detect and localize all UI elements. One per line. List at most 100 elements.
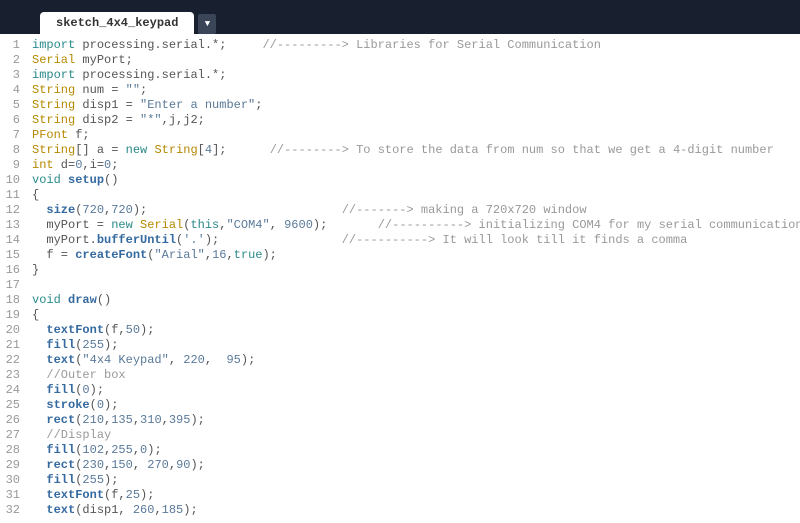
code-line[interactable]: f = createFont("Arial",16,true); [32, 248, 800, 263]
code-line[interactable]: fill(102,255,0); [32, 443, 800, 458]
code-line[interactable]: textFont(f,50); [32, 323, 800, 338]
tab-bar: sketch_4x4_keypad ▼ [0, 10, 800, 34]
token-op: ; [255, 98, 262, 112]
token-op: ,j,j2; [162, 113, 205, 127]
code-line[interactable]: rect(230,150, 270,90); [32, 458, 800, 473]
line-number: 22 [4, 353, 20, 368]
code-line[interactable]: Serial myPort; [32, 53, 800, 68]
code-line[interactable]: } [32, 263, 800, 278]
code-line[interactable]: String disp1 = "Enter a number"; [32, 98, 800, 113]
token-op [32, 503, 46, 517]
token-op: ,i= [82, 158, 104, 172]
token-kw: new [111, 218, 133, 232]
token-com: //-------> making a 720x720 window [342, 203, 587, 217]
code-area[interactable]: import processing.serial.*; //--------->… [28, 34, 800, 523]
token-op: num = [75, 83, 125, 97]
token-str: "*" [140, 113, 162, 127]
token-num: 4 [205, 143, 212, 157]
token-op: { [32, 188, 39, 202]
token-fn: draw [68, 293, 97, 307]
token-fn: text [46, 353, 75, 367]
token-str: "Arial" [154, 248, 204, 262]
code-line[interactable]: size(720,720); //-------> making a 720x7… [32, 203, 800, 218]
token-num: 185 [162, 503, 184, 517]
token-op: () [97, 293, 111, 307]
token-op: ); [190, 458, 204, 472]
code-line[interactable]: fill(0); [32, 383, 800, 398]
token-type: PFont [32, 128, 68, 142]
line-number: 5 [4, 98, 20, 113]
token-num: 220 [183, 353, 205, 367]
token-op: (disp1, [75, 503, 133, 517]
token-op: , [205, 353, 227, 367]
token-op: f; [68, 128, 90, 142]
code-line[interactable]: String[] a = new String[4]; //--------> … [32, 143, 800, 158]
token-op: ); [183, 503, 197, 517]
token-fn: size [46, 203, 75, 217]
token-op [32, 398, 46, 412]
code-line[interactable] [32, 278, 800, 293]
line-number: 30 [4, 473, 20, 488]
token-com: //---------> Libraries for Serial Commun… [262, 38, 600, 52]
code-line[interactable]: //Outer box [32, 368, 800, 383]
code-line[interactable]: fill(255); [32, 338, 800, 353]
token-op: ); [262, 248, 276, 262]
code-line[interactable]: text(disp1, 260,185); [32, 503, 800, 518]
code-line[interactable]: stroke(0); [32, 398, 800, 413]
code-line[interactable]: { [32, 188, 800, 203]
code-line[interactable]: myPort.bufferUntil('.'); //----------> I… [32, 233, 800, 248]
token-type: String [32, 83, 75, 97]
line-number: 29 [4, 458, 20, 473]
code-line[interactable]: import processing.serial.*; //--------->… [32, 38, 800, 53]
code-line[interactable]: String num = ""; [32, 83, 800, 98]
token-op [32, 443, 46, 457]
code-line[interactable]: //Display [32, 428, 800, 443]
token-fn: fill [46, 383, 75, 397]
chevron-down-icon: ▼ [205, 19, 210, 29]
sketch-tab[interactable]: sketch_4x4_keypad [40, 12, 194, 34]
token-op: processing.serial.*; [75, 68, 226, 82]
token-kw: import [32, 68, 75, 82]
line-number: 10 [4, 173, 20, 188]
line-number: 18 [4, 293, 20, 308]
token-type: String [32, 98, 75, 112]
code-line[interactable]: int d=0,i=0; [32, 158, 800, 173]
token-kw: new [126, 143, 148, 157]
line-number: 15 [4, 248, 20, 263]
code-line[interactable]: String disp2 = "*",j,j2; [32, 113, 800, 128]
token-num: 255 [82, 338, 104, 352]
title-bar-spacer [0, 0, 800, 10]
line-number: 26 [4, 413, 20, 428]
token-num: 210 [82, 413, 104, 427]
token-com: //Display [46, 428, 111, 442]
line-number: 17 [4, 278, 20, 293]
token-fn: rect [46, 458, 75, 472]
line-number: 28 [4, 443, 20, 458]
token-op [61, 293, 68, 307]
code-line[interactable]: { [32, 308, 800, 323]
code-line[interactable]: fill(255); [32, 473, 800, 488]
code-line[interactable]: import processing.serial.*; [32, 68, 800, 83]
code-line[interactable]: rect(210,135,310,395); [32, 413, 800, 428]
token-num: 25 [126, 488, 140, 502]
token-op: ); [133, 203, 342, 217]
token-com: //----------> initializing COM4 for my s… [378, 218, 800, 232]
token-op [32, 428, 46, 442]
code-line[interactable]: text("4x4 Keypad", 220, 95); [32, 353, 800, 368]
code-line[interactable]: PFont f; [32, 128, 800, 143]
token-op: ); [104, 338, 118, 352]
token-op: , [226, 248, 233, 262]
token-op: , [133, 413, 140, 427]
line-number: 3 [4, 68, 20, 83]
tab-dropdown-button[interactable]: ▼ [198, 14, 216, 34]
code-line[interactable]: void setup() [32, 173, 800, 188]
token-kw: this [190, 218, 219, 232]
line-number: 24 [4, 383, 20, 398]
code-line[interactable]: textFont(f,25); [32, 488, 800, 503]
code-line[interactable]: myPort = new Serial(this,"COM4", 9600); … [32, 218, 800, 233]
code-line[interactable]: void draw() [32, 293, 800, 308]
token-op: ); [147, 443, 161, 457]
code-editor[interactable]: 1234567891011121314151617181920212223242… [0, 34, 800, 523]
token-op: processing.serial.*; [75, 38, 262, 52]
token-fn: fill [46, 338, 75, 352]
